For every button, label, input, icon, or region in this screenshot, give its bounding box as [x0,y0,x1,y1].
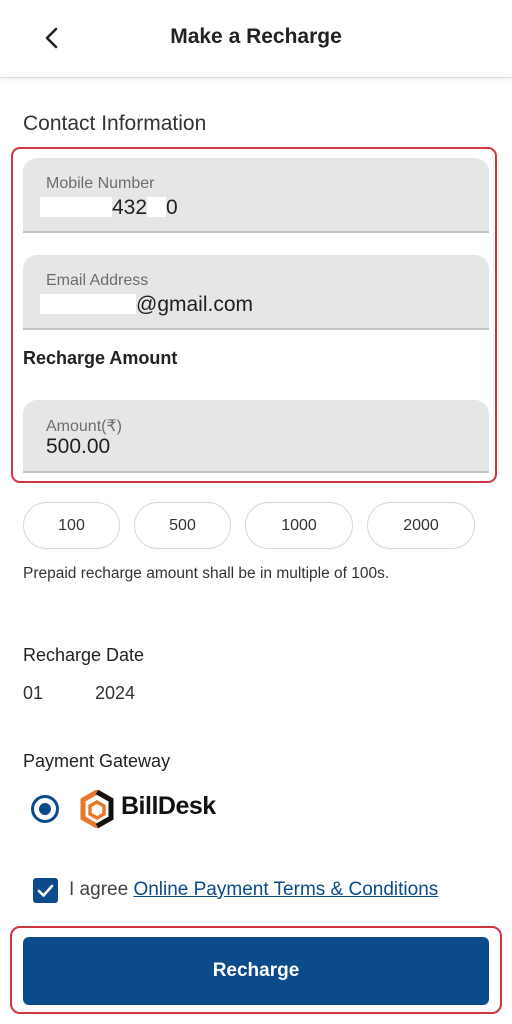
amount-field[interactable]: Amount(₹) 500.00 [23,400,489,473]
recharge-date-day: 01 [23,683,44,703]
agree-prefix: I agree [69,879,134,900]
billdesk-logo-icon [80,790,114,828]
recharge-amount-heading: Recharge Amount [23,348,178,368]
mobile-visible-digits: 432 [112,196,148,219]
app-header: Make a Recharge [0,0,512,78]
recharge-button[interactable]: Recharge [23,937,489,1005]
payment-gateway-heading: Payment Gateway [23,751,171,771]
email-address-field[interactable]: Email Address @gmail.com [23,255,489,330]
email-domain: @gmail.com [136,293,254,316]
billdesk-logo-text: BillDesk [121,792,216,820]
mobile-number-field[interactable]: Mobile Number 432 0 [23,158,489,233]
amount-hint-text: Prepaid recharge amount shall be in mult… [23,565,390,582]
billdesk-radio[interactable] [31,795,59,823]
amount-chip-1000[interactable]: 1000 [245,502,353,549]
radio-selected-dot [39,803,51,815]
recharge-date-heading: Recharge Date [23,645,145,665]
mobile-number-value: 432 0 [40,196,178,220]
email-address-value: @gmail.com [40,293,254,317]
amount-chip-100[interactable]: 100 [23,502,120,549]
amount-chip-500[interactable]: 500 [134,502,231,549]
recharge-date-year: 2024 [95,683,136,703]
terms-checkbox[interactable] [33,878,58,903]
mobile-number-label: Mobile Number [46,175,155,192]
email-address-label: Email Address [46,272,149,289]
amount-chip-2000[interactable]: 2000 [367,502,475,549]
redaction-mask [40,294,136,314]
redaction-mask [147,197,167,217]
contact-information-heading: Contact Information [23,112,207,135]
amount-label: Amount(₹) [46,418,122,435]
redaction-mask [40,197,112,217]
amount-value: 500.00 [46,435,111,458]
page-title: Make a Recharge [170,25,342,48]
terms-link[interactable]: Online Payment Terms & Conditions [133,879,438,900]
checkmark-icon [37,884,54,897]
mobile-last-digit: 0 [166,196,178,219]
terms-agreement: I agree Online Payment Terms & Condition… [69,879,438,901]
